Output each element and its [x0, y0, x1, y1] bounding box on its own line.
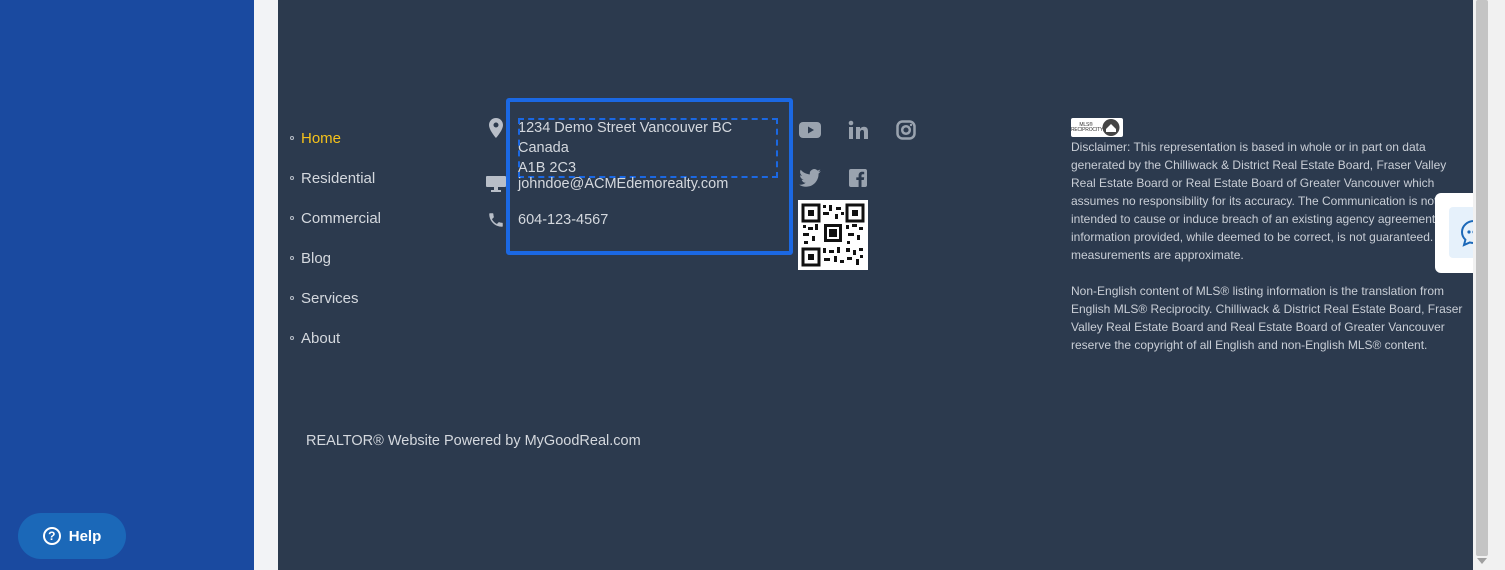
- scroll-down-arrow-icon[interactable]: [1477, 558, 1487, 564]
- bullet-icon: [290, 296, 294, 300]
- mls-disclaimer: Disclaimer: This representation is based…: [1071, 138, 1471, 372]
- phone-text: 604-123-4567: [518, 212, 609, 228]
- panel-gap: [254, 0, 278, 570]
- powered-by-text[interactable]: REALTOR® Website Powered by MyGoodReal.c…: [306, 433, 641, 449]
- nav-item-commercial[interactable]: Commercial: [290, 198, 381, 238]
- nav-item-label: Residential: [301, 169, 376, 187]
- nav-item-services[interactable]: Services: [290, 278, 381, 318]
- nav-item-about[interactable]: About: [290, 318, 381, 358]
- help-label: Help: [68, 527, 102, 545]
- contact-email[interactable]: johndoe@ACMEdemorealty.com: [486, 174, 728, 194]
- nav-item-label: Services: [301, 289, 359, 307]
- bullet-icon: [290, 136, 294, 140]
- desktop-icon: [486, 174, 506, 194]
- contact-phone[interactable]: 604-123-4567: [486, 210, 608, 230]
- bullet-icon: [290, 336, 294, 340]
- nav-item-label: Home: [301, 129, 342, 147]
- youtube-icon[interactable]: [798, 118, 822, 142]
- disclaimer-paragraph: Non-English content of MLS® listing info…: [1071, 284, 1463, 352]
- location-pin-icon: [486, 118, 506, 138]
- facebook-icon[interactable]: [846, 166, 870, 190]
- qr-code: [798, 200, 868, 270]
- instagram-icon[interactable]: [894, 118, 918, 142]
- disclaimer-paragraph: Disclaimer: This representation is based…: [1071, 140, 1463, 262]
- scrollbar-thumb[interactable]: [1476, 0, 1488, 556]
- nav-item-label: Blog: [301, 249, 332, 267]
- address-text: 1234 Demo Street Vancouver BC Canada A1B…: [518, 118, 778, 178]
- nav-item-home[interactable]: Home: [290, 118, 381, 158]
- nav-item-blog[interactable]: Blog: [290, 238, 381, 278]
- phone-icon: [486, 210, 506, 230]
- bullet-icon: [290, 216, 294, 220]
- house-icon: [1102, 119, 1120, 136]
- question-icon: ?: [42, 527, 61, 545]
- twitter-icon[interactable]: [798, 166, 822, 190]
- mls-logo-text: MLS® RECIPROCITY: [1071, 121, 1103, 133]
- nav-item-label: About: [301, 329, 341, 347]
- footer-nav: Home Residential Commercial Blog Service…: [290, 118, 381, 358]
- linkedin-icon[interactable]: [846, 118, 870, 142]
- address-line-1: 1234 Demo Street Vancouver BC Canada: [518, 120, 733, 156]
- nav-item-label: Commercial: [301, 209, 382, 227]
- left-panel: [0, 0, 254, 570]
- help-button[interactable]: ? Help: [18, 513, 126, 559]
- mls-reciprocity-logo: MLS® RECIPROCITY: [1071, 118, 1123, 137]
- contact-address[interactable]: 1234 Demo Street Vancouver BC Canada A1B…: [486, 118, 778, 178]
- nav-item-residential[interactable]: Residential: [290, 158, 381, 198]
- email-text: johndoe@ACMEdemorealty.com: [518, 176, 729, 192]
- bullet-icon: [290, 176, 294, 180]
- bullet-icon: [290, 256, 294, 260]
